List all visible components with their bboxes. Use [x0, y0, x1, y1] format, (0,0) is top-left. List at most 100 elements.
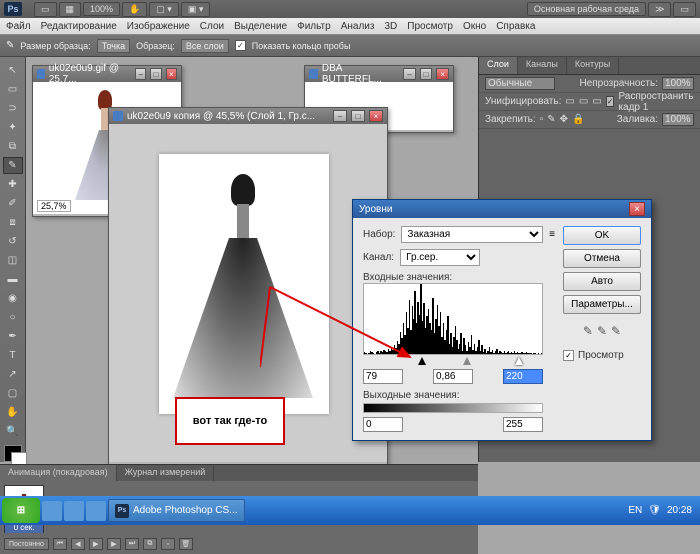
preset-menu-icon[interactable]: ≡ — [549, 229, 555, 240]
stamp-tool[interactable]: ⧈ — [3, 214, 23, 231]
eyedrop-gray-icon[interactable]: ✎ — [597, 324, 607, 338]
ql-3[interactable] — [86, 501, 106, 521]
zoom-dd[interactable]: 100% — [83, 2, 120, 16]
path-tool[interactable]: ↗ — [3, 366, 23, 383]
lock-icon4[interactable]: 🔒 — [572, 114, 584, 125]
blur-tool[interactable]: ◉ — [3, 290, 23, 307]
min-btn[interactable]: – — [333, 110, 347, 122]
gamma-slider[interactable] — [463, 357, 471, 365]
tween-btn[interactable]: ⧉ — [143, 538, 157, 550]
auto-button[interactable]: Авто — [563, 272, 641, 291]
tab-layers[interactable]: Слои — [479, 57, 518, 74]
max-btn[interactable]: □ — [351, 110, 365, 122]
output-gradient[interactable] — [363, 403, 543, 413]
tb-icon2[interactable]: ▦ — [59, 2, 82, 17]
channel-select[interactable]: Гр.сер. — [400, 249, 480, 266]
eraser-tool[interactable]: ◫ — [3, 252, 23, 269]
taskbar-app[interactable]: PsAdobe Photoshop CS... — [108, 499, 245, 522]
close-btn[interactable]: × — [369, 110, 383, 122]
tab-paths[interactable]: Контуры — [567, 57, 619, 74]
clock[interactable]: 20:28 — [667, 505, 692, 516]
unify-icon3[interactable]: ▭ — [592, 96, 601, 107]
preview-checkbox[interactable]: ✓ — [563, 350, 574, 361]
crop-tool[interactable]: ⧉ — [3, 138, 23, 155]
first-btn[interactable]: ⏮ — [53, 538, 67, 550]
tb-screen-icon[interactable]: ▣ ▾ — [181, 2, 211, 17]
cancel-button[interactable]: Отмена — [563, 249, 641, 268]
chevrons-icon[interactable]: ≫ — [648, 2, 671, 17]
white-slider[interactable] — [515, 357, 523, 365]
type-tool[interactable]: T — [3, 347, 23, 364]
heal-tool[interactable]: ✚ — [3, 176, 23, 193]
close-btn[interactable]: × — [166, 68, 177, 80]
pen-tool[interactable]: ✒ — [3, 328, 23, 345]
ql-2[interactable] — [64, 501, 84, 521]
menu-window[interactable]: Окно — [463, 21, 486, 32]
output-white[interactable] — [503, 417, 543, 432]
menu-filter[interactable]: Фильтр — [297, 21, 331, 32]
lock-icon3[interactable]: ✥ — [560, 114, 568, 125]
del-btn[interactable]: 🗑 — [179, 538, 193, 550]
menu-help[interactable]: Справка — [496, 21, 535, 32]
ql-1[interactable] — [42, 501, 62, 521]
eyedrop-white-icon[interactable]: ✎ — [611, 324, 621, 338]
tb-hand-icon[interactable]: ✋ — [122, 2, 147, 17]
tb-icon1[interactable]: ▭ — [34, 2, 57, 17]
params-button[interactable]: Параметры... — [563, 295, 641, 314]
zoom-readout[interactable]: 25,7% — [37, 200, 71, 212]
hand-tool[interactable]: ✋ — [3, 404, 23, 421]
blend-mode[interactable]: Обычные — [485, 77, 555, 90]
tab-channels[interactable]: Каналы — [518, 57, 567, 74]
lock-icon2[interactable]: ✎ — [547, 114, 555, 125]
next-btn[interactable]: ▶ — [107, 538, 121, 550]
zoom-tool[interactable]: 🔍 — [3, 423, 23, 440]
gradient-tool[interactable]: ▬ — [3, 271, 23, 288]
tab-animation[interactable]: Анимация (покадровая) — [0, 465, 117, 481]
shape-tool[interactable]: ▢ — [3, 385, 23, 402]
close-btn[interactable]: × — [436, 68, 449, 80]
propagate-chk[interactable]: ✓ — [606, 96, 615, 107]
menu-edit[interactable]: Редактирование — [41, 21, 117, 32]
tab-measure[interactable]: Журнал измерений — [117, 465, 215, 481]
lasso-tool[interactable]: ⊃ — [3, 100, 23, 117]
sample-select[interactable]: Все слои — [181, 39, 229, 53]
dup-btn[interactable]: ▫ — [161, 538, 175, 550]
tb-view-icon[interactable]: ▢ ▾ — [149, 2, 179, 17]
min-btn[interactable]: – — [135, 68, 146, 80]
ring-checkbox[interactable]: ✓ — [235, 40, 246, 51]
workspace-btn[interactable]: Основная рабочая среда — [527, 2, 646, 16]
levels-dialog[interactable]: Уровни× Набор:Заказная≡ Канал:Гр.сер. Вх… — [352, 199, 652, 441]
last-btn[interactable]: ⏭ — [125, 538, 139, 550]
input-black[interactable] — [363, 369, 403, 384]
doc-icon[interactable]: ▭ — [673, 2, 696, 17]
close-icon[interactable]: × — [629, 202, 645, 216]
sample-size-select[interactable]: Точка — [97, 39, 130, 53]
fill-input[interactable]: 100% — [662, 113, 694, 126]
menu-select[interactable]: Выделение — [234, 21, 287, 32]
black-slider[interactable] — [418, 357, 426, 365]
menu-view[interactable]: Просмотр — [407, 21, 453, 32]
eyedropper-tool[interactable]: ✎ — [3, 157, 23, 174]
input-sliders[interactable] — [363, 357, 543, 367]
input-white[interactable] — [503, 369, 543, 384]
dodge-tool[interactable]: ○ — [3, 309, 23, 326]
system-tray[interactable]: EN 🛡 20:28 — [628, 505, 698, 516]
tray-icon[interactable]: 🛡 — [648, 505, 661, 516]
ok-button[interactable]: OK — [563, 226, 641, 245]
loop-select[interactable]: Постоянно — [4, 538, 49, 550]
lock-icon1[interactable]: ▫ — [540, 114, 544, 125]
preset-select[interactable]: Заказная — [401, 226, 543, 243]
max-btn[interactable]: □ — [150, 68, 161, 80]
menu-3d[interactable]: 3D — [384, 21, 397, 32]
menu-file[interactable]: Файл — [6, 21, 31, 32]
max-btn[interactable]: □ — [420, 68, 433, 80]
menu-image[interactable]: Изображение — [127, 21, 190, 32]
min-btn[interactable]: – — [403, 68, 416, 80]
color-swatch[interactable] — [4, 445, 22, 462]
lang-indicator[interactable]: EN — [628, 505, 642, 516]
brush-tool[interactable]: ✐ — [3, 195, 23, 212]
eyedrop-black-icon[interactable]: ✎ — [583, 324, 593, 338]
menu-analysis[interactable]: Анализ — [341, 21, 375, 32]
menu-layer[interactable]: Слои — [200, 21, 224, 32]
unify-icon2[interactable]: ▭ — [579, 96, 588, 107]
